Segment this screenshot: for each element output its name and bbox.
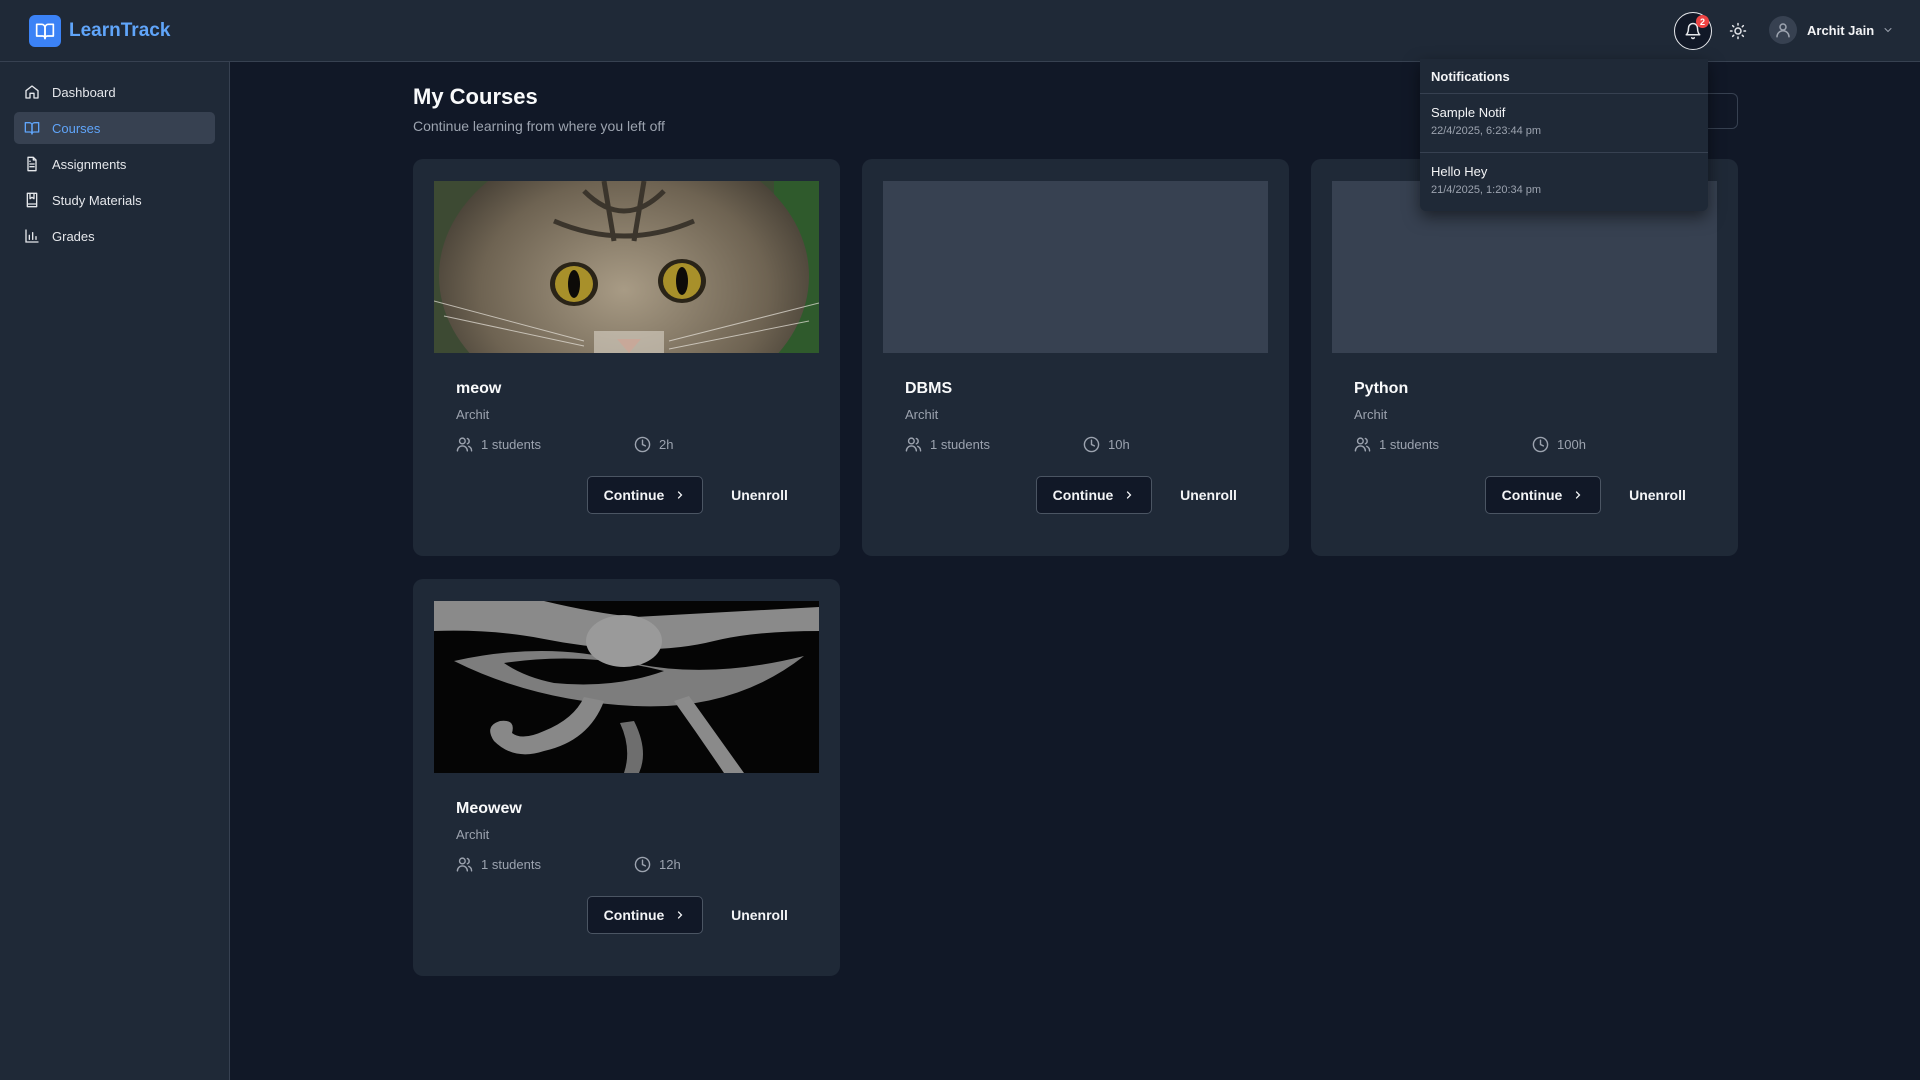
notification-item[interactable]: Hello Hey 21/4/2025, 1:20:34 pm [1420,152,1708,210]
sidebar-item-label: Assignments [52,156,127,172]
clock-icon [634,856,651,873]
unenroll-button[interactable]: Unenroll [1166,476,1251,514]
course-image-cat [434,181,819,353]
unenroll-button[interactable]: Unenroll [717,896,802,934]
users-icon [456,856,473,873]
duration-value: 10h [1108,437,1130,452]
course-card-dbms: DBMS Archit 1 students 10h Continue Unen… [862,159,1289,556]
duration-value: 2h [659,437,674,452]
course-duration: 100h [1532,436,1586,453]
course-title: meow [456,380,502,397]
clock-icon [1532,436,1549,453]
notifications-dropdown: Notifications Sample Notif 22/4/2025, 6:… [1420,59,1708,211]
users-icon [456,436,473,453]
course-students: 1 students [456,856,541,873]
continue-button[interactable]: Continue [1036,476,1152,514]
course-title: DBMS [905,380,953,397]
students-count: 1 students [930,437,990,452]
course-students: 1 students [1354,436,1439,453]
users-icon [1354,436,1371,453]
bookmark-book-icon [24,192,40,208]
notification-title: Sample Notif [1431,105,1506,120]
unenroll-button[interactable]: Unenroll [1615,476,1700,514]
duration-value: 12h [659,857,681,872]
avatar [1769,16,1797,44]
unenroll-button[interactable]: Unenroll [717,476,802,514]
course-title: Python [1354,380,1409,397]
sidebar-item-label: Dashboard [52,84,116,100]
notifications-button[interactable]: 2 [1674,12,1712,50]
users-icon [905,436,922,453]
continue-label: Continue [603,907,665,923]
course-duration: 2h [634,436,673,453]
sidebar-item-dashboard[interactable]: Dashboard [14,76,215,108]
notification-count-badge: 2 [1696,15,1709,28]
chevron-right-icon [1123,489,1135,501]
chevron-down-icon [1882,24,1894,36]
continue-label: Continue [603,487,665,503]
students-count: 1 students [481,857,541,872]
course-author: Archit [456,407,490,422]
home-icon [24,84,40,100]
app-name: LearnTrack [69,20,171,41]
course-card-meowew: Meowew Archit 1 students 12h Continue Un… [413,579,840,976]
course-duration: 12h [634,856,681,873]
page-title: My Courses [413,84,538,109]
chevron-right-icon [674,489,686,501]
course-title: Meowew [456,800,522,817]
file-text-icon [24,156,40,172]
clock-icon [634,436,651,453]
sidebar-item-study-materials[interactable]: Study Materials [14,184,215,216]
user-icon [1774,21,1792,39]
notifications-title: Notifications [1420,59,1708,94]
sidebar-item-courses[interactable]: Courses [14,112,215,144]
continue-button[interactable]: Continue [1485,476,1601,514]
duration-value: 100h [1557,437,1586,452]
notification-title: Hello Hey [1431,164,1488,179]
continue-label: Continue [1501,487,1563,503]
sidebar-item-grades[interactable]: Grades [14,220,215,252]
course-duration: 10h [1083,436,1130,453]
course-image-placeholder [883,181,1268,353]
course-card-meow: meow Archit 1 students 2h Continue Unenr… [413,159,840,556]
chevron-right-icon [674,909,686,921]
sidebar-item-label: Grades [52,228,95,244]
course-students: 1 students [456,436,541,453]
sidebar-item-label: Study Materials [52,192,142,208]
clock-icon [1083,436,1100,453]
continue-button[interactable]: Continue [587,476,703,514]
user-name: Archit Jain [1807,22,1875,38]
course-author: Archit [456,827,490,842]
user-menu[interactable]: Archit Jain [1769,16,1894,44]
app-logo[interactable]: LearnTrack [29,15,170,47]
theme-toggle-button[interactable] [1726,19,1750,43]
sidebar-item-label: Courses [52,120,101,136]
sidebar-item-assignments[interactable]: Assignments [14,148,215,180]
continue-button[interactable]: Continue [587,896,703,934]
course-students: 1 students [905,436,990,453]
notification-item[interactable]: Sample Notif 22/4/2025, 6:23:44 pm [1420,94,1708,152]
course-image-eye-of-horus [434,601,819,773]
chevron-right-icon [1572,489,1584,501]
continue-label: Continue [1052,487,1114,503]
notification-time: 22/4/2025, 6:23:44 pm [1431,125,1542,137]
page-subtitle: Continue learning from where you left of… [413,118,665,134]
bar-chart-icon [24,228,40,244]
students-count: 1 students [481,437,541,452]
top-header: LearnTrack 2 Archit Jain [0,0,1920,62]
course-card-python: Python Archit 1 students 100h Continue U… [1311,159,1738,556]
notification-time: 21/4/2025, 1:20:34 pm [1431,184,1542,196]
book-open-icon [24,120,40,136]
book-open-icon [29,15,61,47]
sidebar: Dashboard Courses Assignments Study Mate… [0,62,230,1080]
course-author: Archit [905,407,939,422]
course-author: Archit [1354,407,1388,422]
students-count: 1 students [1379,437,1439,452]
sun-icon [1729,22,1747,40]
